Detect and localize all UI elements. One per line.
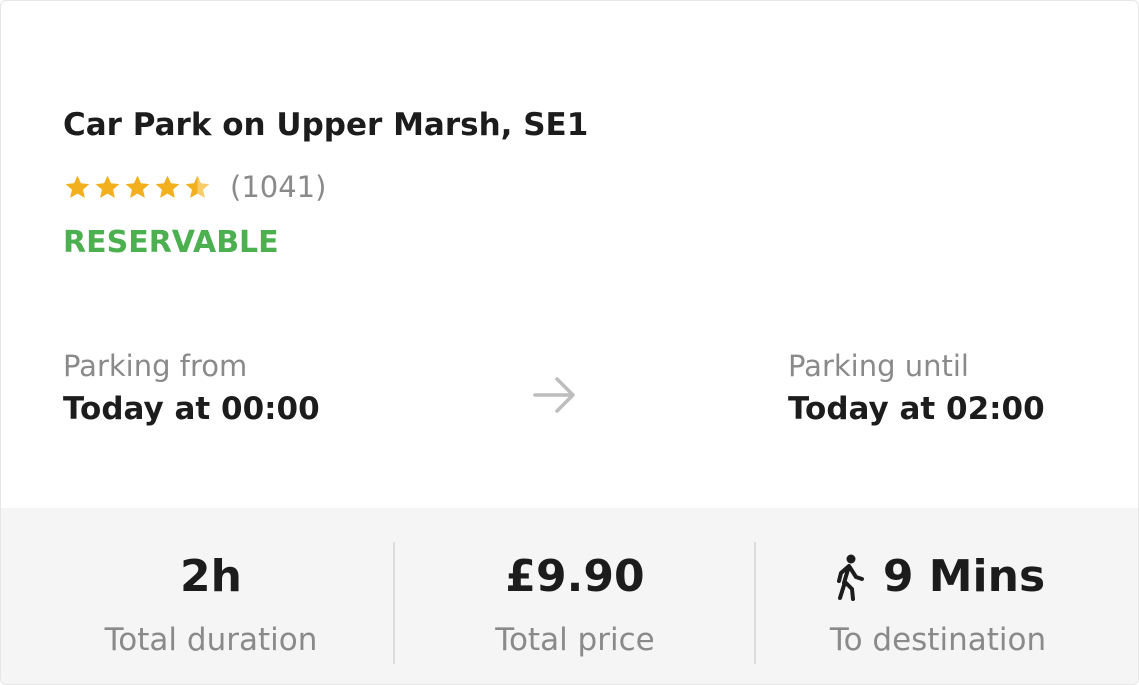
rating-count: (1041): [230, 170, 327, 204]
total-price: £9.90 Total price: [405, 544, 745, 662]
walk-time-label: To destination: [829, 622, 1047, 658]
total-price-label: Total price: [495, 622, 655, 658]
summary-footer: 2h Total duration £9.90 Total price 9 Mi…: [1, 508, 1138, 684]
total-duration-label: Total duration: [104, 622, 318, 658]
arrow-right-icon: [533, 377, 575, 413]
divider: [393, 542, 395, 664]
parking-until-label: Parking until: [788, 349, 969, 383]
parking-from-label: Parking from: [63, 349, 248, 383]
star-icon: [125, 175, 150, 198]
total-duration: 2h Total duration: [41, 544, 381, 662]
rating-stars: [63, 173, 212, 202]
walking-person-icon: [836, 554, 864, 601]
parking-until[interactable]: Parking until Today at 02:00: [788, 347, 1045, 431]
star-icon: [65, 175, 90, 198]
total-duration-value: 2h: [180, 551, 242, 602]
parking-listing-card: Car Park on Upper Marsh, SE1 (1041) RESE…: [0, 0, 1139, 685]
parking-until-value: Today at 02:00: [788, 391, 1045, 427]
walk-time: 9 Mins: [768, 544, 1108, 610]
walk-to-destination: 9 Mins To destination: [768, 544, 1108, 662]
listing-title: Car Park on Upper Marsh, SE1: [63, 107, 589, 143]
parking-from-value: Today at 00:00: [63, 391, 320, 427]
rating-row: (1041): [63, 167, 326, 207]
star-half-icon: [185, 175, 210, 198]
star-icon: [155, 175, 180, 198]
status-badge: RESERVABLE: [63, 225, 279, 260]
divider: [754, 542, 756, 664]
star-icon: [95, 175, 120, 198]
walk-time-value: 9 Mins: [882, 551, 1046, 602]
total-price-value: £9.90: [505, 551, 645, 602]
parking-from[interactable]: Parking from Today at 00:00: [63, 347, 320, 431]
